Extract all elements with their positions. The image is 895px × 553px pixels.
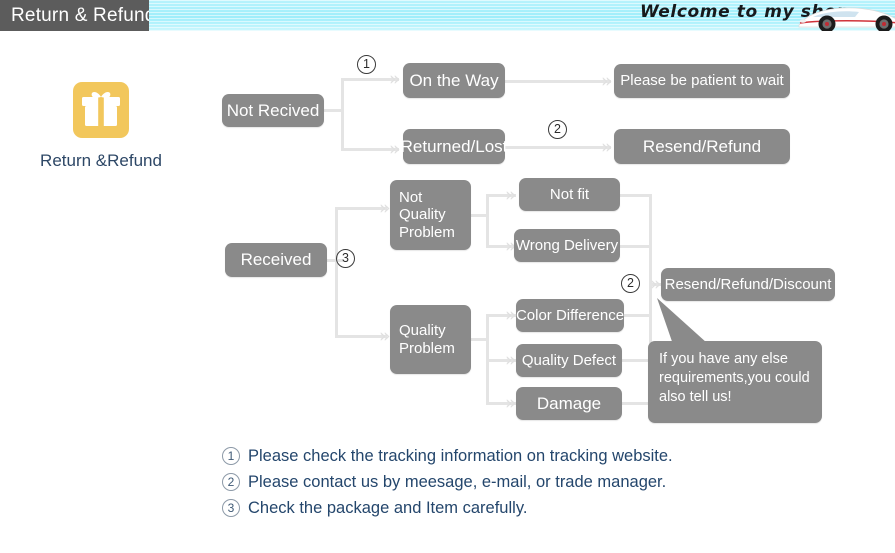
legend-text: Check the package and Item carefully.	[248, 499, 528, 517]
node-wrong-delivery-label: Wrong Delivery	[515, 236, 619, 254]
node-resend-refund[interactable]: Resend/Refund	[614, 129, 790, 164]
marker-resend-discount: 2	[621, 274, 640, 293]
node-please-be-patient[interactable]: Please be patient to wait	[614, 64, 790, 98]
node-resend-refund-label: Resend/Refund	[642, 136, 762, 156]
arrow-to-damage-icon: »	[505, 392, 517, 414]
marker-returned-lost-label: 2	[554, 122, 561, 136]
node-not-received-label: Not Recived	[226, 100, 320, 120]
legend-item: 2 Please contact us by meesage, e-mail, …	[222, 472, 822, 492]
node-on-the-way[interactable]: On the Way	[403, 63, 505, 98]
speech-bubble-text: If you have any else requirements,you co…	[659, 351, 810, 405]
arrow-to-ontheway-icon: »	[389, 68, 401, 90]
arrow-to-outcome-icon: »	[650, 273, 662, 295]
legend-number: 3	[222, 499, 240, 517]
node-damage[interactable]: Damage	[516, 387, 622, 420]
node-returned-lost[interactable]: Returned/Lost	[400, 129, 508, 164]
marker-on-the-way-label: 1	[363, 57, 370, 71]
node-not-quality-problem[interactable]: Not Quality Problem	[390, 180, 471, 250]
node-not-received[interactable]: Not Recived	[222, 94, 324, 127]
connector-ontheway-to-wait	[505, 80, 611, 83]
legend-number: 1	[222, 447, 240, 465]
sports-car-icon	[798, 7, 895, 31]
connector-returnedlost-to-resend	[505, 146, 611, 149]
node-on-the-way-label: On the Way	[409, 70, 499, 90]
legend-number: 2	[222, 473, 240, 491]
node-not-fit[interactable]: Not fit	[519, 178, 620, 211]
arrow-to-quality-icon: »	[379, 325, 391, 347]
badge-label: Return &Refund	[40, 151, 162, 170]
speech-bubble: If you have any else requirements,you co…	[648, 341, 822, 423]
node-quality-defect-label: Quality Defect	[521, 351, 617, 369]
arrow-to-qualitydefect-icon: »	[505, 349, 517, 371]
node-received-label: Received	[240, 250, 312, 270]
legend-text: Please contact us by meesage, e-mail, or…	[248, 473, 667, 491]
marker-received: 3	[336, 249, 355, 268]
node-resend-refund-discount[interactable]: Resend/Refund/Discount	[661, 268, 835, 301]
node-resend-refund-discount-label: Resend/Refund/Discount	[664, 275, 832, 293]
marker-resend-discount-label: 2	[627, 276, 634, 290]
legend-item: 1 Please check the tracking information …	[222, 446, 822, 466]
node-color-difference[interactable]: Color Difference	[516, 299, 624, 332]
connector-notfit-to-collector	[620, 194, 652, 197]
connector-received-split	[335, 207, 338, 338]
arrow-to-returnedlost-icon: »	[389, 138, 401, 160]
node-quality-problem[interactable]: Quality Problem	[390, 305, 471, 374]
connector-wrongdelivery-to-collector	[620, 245, 652, 248]
arrow-to-notfit-icon: »	[505, 184, 517, 206]
arrow-to-resend-icon: »	[601, 136, 613, 158]
return-refund-badge: Return &Refund	[25, 82, 177, 171]
connector-colordifference-to-collector	[620, 314, 652, 317]
legend: 1 Please check the tracking information …	[222, 446, 822, 524]
node-returned-lost-label: Returned/Lost	[400, 136, 508, 156]
node-quality-problem-label: Quality Problem	[399, 322, 455, 357]
return-refund-infographic: Return & Refund Welcome to my shop Retur…	[0, 0, 895, 553]
arrow-to-wait-icon: »	[601, 70, 613, 92]
node-wrong-delivery[interactable]: Wrong Delivery	[514, 229, 620, 262]
node-damage-label: Damage	[536, 393, 602, 413]
node-not-fit-label: Not fit	[549, 185, 590, 203]
node-please-be-patient-label: Please be patient to wait	[620, 72, 784, 90]
page-title: Return & Refund	[0, 0, 149, 31]
node-quality-defect[interactable]: Quality Defect	[516, 344, 622, 377]
arrow-to-colordifference-icon: »	[505, 304, 517, 326]
legend-text: Please check the tracking information on…	[248, 447, 673, 465]
connector-notquality-split	[486, 194, 489, 247]
marker-on-the-way: 1	[357, 55, 376, 74]
header-banner: Return & Refund Welcome to my shop	[0, 0, 895, 31]
legend-item: 3 Check the package and Item carefully.	[222, 498, 822, 518]
node-received[interactable]: Received	[225, 243, 327, 277]
node-not-quality-problem-label: Not Quality Problem	[399, 188, 455, 241]
node-color-difference-label: Color Difference	[515, 306, 625, 324]
connector-notreceived-split	[341, 78, 344, 151]
arrow-to-not-quality-icon: »	[379, 197, 391, 219]
marker-received-label: 3	[342, 251, 349, 265]
marker-returned-lost: 2	[548, 120, 567, 139]
gift-box-icon	[73, 82, 129, 138]
